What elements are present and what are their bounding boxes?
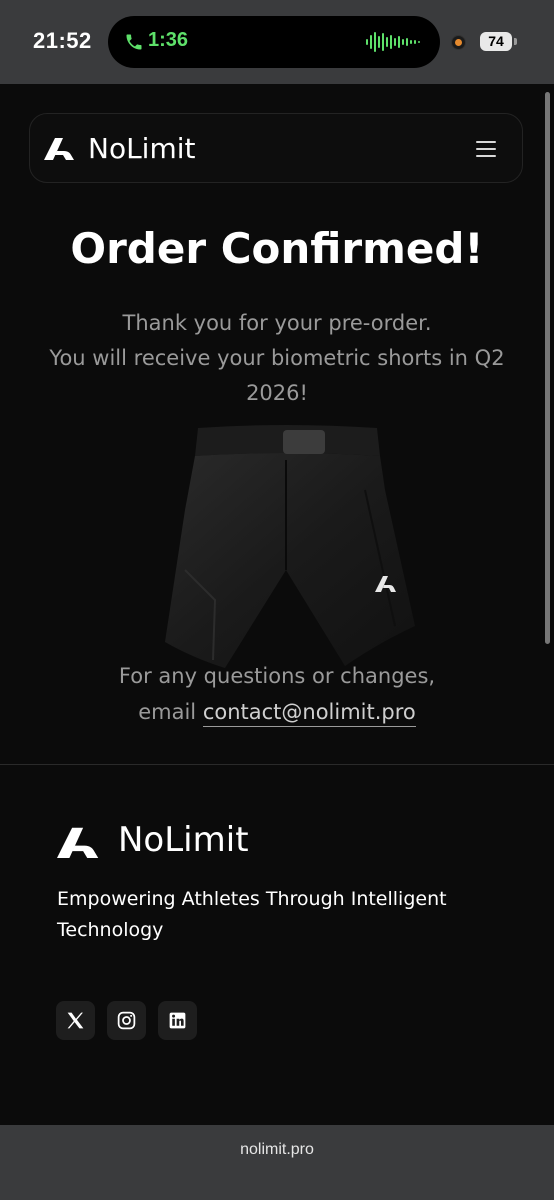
page-title: Order Confirmed!	[70, 224, 484, 273]
brand-name[interactable]: NoLimit	[88, 132, 196, 165]
thanks-line-2: You will receive your biometric shorts i…	[49, 346, 505, 405]
page-content: NoLimit Order Confirmed! Thank you for y…	[0, 84, 554, 1125]
camera-indicator-icon	[451, 35, 466, 50]
scrollbar[interactable]	[545, 92, 550, 644]
x-twitter-icon[interactable]	[56, 1001, 95, 1040]
contact-line-1: For any questions or changes,	[118, 664, 436, 688]
contact-line-2: email contact@nolimit.pro	[40, 694, 514, 730]
url-text[interactable]: nolimit.pro	[0, 1141, 554, 1159]
call-timer: 1:36	[148, 29, 189, 51]
contact-message: For any questions or changes, email cont…	[40, 658, 514, 730]
footer-brand-name: NoLimit	[118, 820, 249, 860]
contact-email-link[interactable]: contact@nolimit.pro	[202, 700, 416, 727]
thanks-message: Thank you for your pre-order. You will r…	[40, 306, 514, 411]
nolimit-footer-logo-icon[interactable]	[57, 824, 101, 859]
battery-indicator: 74	[480, 32, 512, 51]
instagram-icon[interactable]	[107, 1001, 146, 1040]
battery-cap	[514, 38, 517, 45]
navbar: NoLimit	[29, 113, 523, 183]
status-time: 21:52	[33, 28, 92, 53]
nolimit-logo-icon[interactable]	[44, 136, 76, 160]
biometric-shorts-image	[165, 425, 415, 668]
phone-call-icon	[126, 34, 142, 50]
browser-address-bar[interactable]: nolimit.pro	[0, 1125, 554, 1200]
thanks-line-1: Thank you for your pre-order.	[122, 311, 432, 335]
footer-tagline: Empowering Athletes Through Intelligent …	[57, 888, 447, 941]
contact-prefix: email	[138, 700, 197, 724]
status-bar: 21:52 1:36 74	[0, 0, 554, 84]
audio-waveform-icon	[366, 32, 420, 52]
linkedin-icon[interactable]	[158, 1001, 197, 1040]
hamburger-menu-icon[interactable]	[476, 138, 498, 158]
dynamic-island[interactable]: 1:36	[108, 16, 440, 68]
footer-divider	[0, 764, 554, 765]
